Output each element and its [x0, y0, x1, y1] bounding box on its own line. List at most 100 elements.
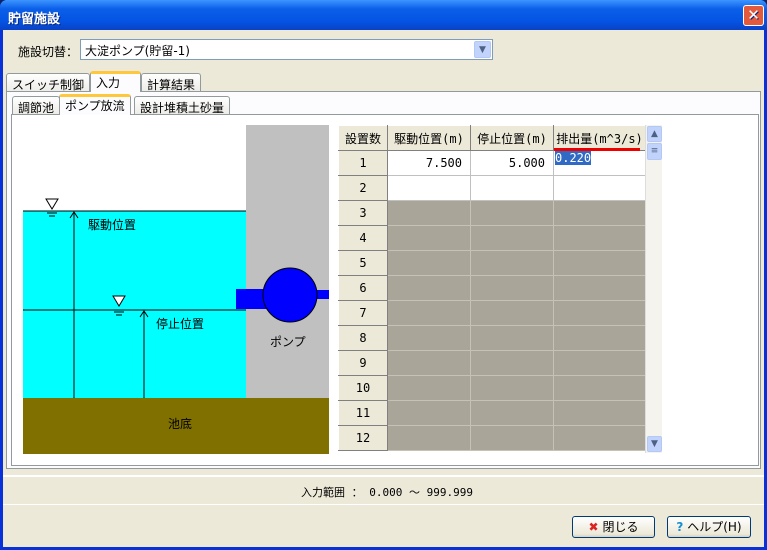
cell-stop-disabled [470, 350, 554, 376]
subtab-pond[interactable]: 調節池 [12, 96, 61, 115]
cell-flow-disabled [553, 325, 646, 351]
grid-scrollbar[interactable]: ▲ ≡ ▼ [645, 125, 662, 453]
subtab-pump[interactable]: ポンプ放流 [59, 94, 131, 115]
x-icon: ✖ [588, 520, 599, 534]
close-label: 閉じる [602, 520, 639, 534]
water [23, 211, 246, 398]
cell-flow-disabled [553, 275, 646, 301]
pump-grid: 設置数 駆動位置(m) 停止位置(m) 排出量(m^3/s) 1 7.500 5.0… [338, 125, 646, 451]
row-header[interactable]: 9 [338, 350, 388, 376]
cell-drive-disabled [387, 225, 471, 251]
row-header[interactable]: 12 [338, 425, 388, 451]
row-header[interactable]: 7 [338, 300, 388, 326]
help-icon: ? [676, 520, 684, 534]
pump-diagram: 駆動位置 停止位置 ポンプ 池底 [23, 125, 329, 454]
cell-stop-disabled [470, 200, 554, 226]
subtab-sediment[interactable]: 設計堆積土砂量 [134, 96, 231, 115]
cell-stop-disabled [470, 250, 554, 276]
facility-select[interactable]: 大淀ポンプ(貯留-1) ▼ [80, 39, 493, 60]
table-row: 8 [338, 325, 646, 351]
cell-flow-disabled [553, 225, 646, 251]
red-underline [554, 148, 640, 151]
tab-input[interactable]: 入力 [90, 71, 141, 92]
table-row: 5 [338, 250, 646, 276]
cell-flow-disabled [553, 350, 646, 376]
wall [246, 125, 329, 398]
row-header[interactable]: 3 [338, 200, 388, 226]
cell-drive-disabled [387, 200, 471, 226]
table-row: 11 [338, 400, 646, 426]
cell-stop[interactable] [470, 175, 554, 201]
scroll-thumb[interactable]: ≡ [647, 143, 662, 160]
cell-flow-disabled [553, 375, 646, 401]
table-row: 12 [338, 425, 646, 451]
tab-switch-control[interactable]: スイッチ制御 [6, 73, 91, 92]
water-level-icon [45, 198, 59, 217]
chevron-down-icon[interactable]: ▼ [474, 41, 491, 58]
cell-drive-disabled [387, 250, 471, 276]
close-button[interactable]: ✖ 閉じる [572, 516, 655, 538]
row-header[interactable]: 5 [338, 250, 388, 276]
window-title: 貯留施設 [8, 12, 61, 27]
cell-drive-disabled [387, 350, 471, 376]
cell-stop-disabled [470, 400, 554, 426]
dialog-window: 貯留施設 ✕ 施設切替： 大淀ポンプ(貯留-1) ▼ スイッチ制御 入力 計算結果… [0, 0, 767, 550]
header-flow: 排出量(m^3/s) [553, 125, 646, 151]
cell-flow-disabled [553, 200, 646, 226]
cell-stop-disabled [470, 225, 554, 251]
cell-stop-disabled [470, 300, 554, 326]
bottom-label: 池底 [168, 416, 192, 431]
facility-label: 施設切替： [18, 45, 79, 59]
table-row: 4 [338, 225, 646, 251]
cell-flow-disabled [553, 300, 646, 326]
cell-flow-disabled [553, 250, 646, 276]
scroll-up-icon[interactable]: ▲ [647, 126, 662, 142]
row-header[interactable]: 4 [338, 225, 388, 251]
cell-stop-disabled [470, 275, 554, 301]
selected-value: 0.220 [555, 151, 592, 165]
help-button[interactable]: ? ヘルプ(H) [667, 516, 751, 538]
cell-stop-disabled [470, 425, 554, 451]
cell-flow-disabled [553, 425, 646, 451]
help-label: ヘルプ(H) [687, 520, 742, 534]
tab-calc-results[interactable]: 計算結果 [141, 73, 202, 92]
row-header[interactable]: 11 [338, 400, 388, 426]
table-row: 2 [338, 175, 646, 201]
header-count: 設置数 [338, 125, 388, 151]
row-header[interactable]: 8 [338, 325, 388, 351]
cell-stop-disabled [470, 325, 554, 351]
cell-drive[interactable]: 7.500 [387, 150, 471, 176]
header-drive: 駆動位置(m) [387, 125, 471, 151]
table-row: 7 [338, 300, 646, 326]
pump-icon [262, 267, 318, 323]
cell-flow[interactable]: 0.220 [553, 150, 646, 176]
cell-flow-disabled [553, 400, 646, 426]
cell-stop[interactable]: 5.000 [470, 150, 554, 176]
table-row: 10 [338, 375, 646, 401]
stop-label: 停止位置 [156, 316, 204, 331]
title-bar: 貯留施設 ✕ [0, 0, 767, 30]
table-row: 3 [338, 200, 646, 226]
cell-drive-disabled [387, 375, 471, 401]
row-header[interactable]: 2 [338, 175, 388, 201]
table-row: 1 7.500 5.000 0.220 [338, 150, 646, 176]
row-header[interactable]: 6 [338, 275, 388, 301]
row-header[interactable]: 1 [338, 150, 388, 176]
header-stop: 停止位置(m) [470, 125, 554, 151]
table-row: 9 [338, 350, 646, 376]
table-row: 6 [338, 275, 646, 301]
cell-drive-disabled [387, 300, 471, 326]
facility-value: 大淀ポンプ(貯留-1) [85, 44, 190, 58]
cell-drive-disabled [387, 425, 471, 451]
cell-drive[interactable] [387, 175, 471, 201]
drive-label: 駆動位置 [88, 217, 136, 232]
scroll-down-icon[interactable]: ▼ [647, 436, 662, 452]
cell-drive-disabled [387, 325, 471, 351]
cell-flow[interactable] [553, 175, 646, 201]
cell-drive-disabled [387, 400, 471, 426]
row-header[interactable]: 10 [338, 375, 388, 401]
input-range-status: 入力範囲 ： 0.000 ～ 999.999 [301, 486, 473, 499]
close-window-button[interactable]: ✕ [743, 5, 764, 26]
cell-drive-disabled [387, 275, 471, 301]
pump-label: ポンプ [270, 335, 306, 349]
